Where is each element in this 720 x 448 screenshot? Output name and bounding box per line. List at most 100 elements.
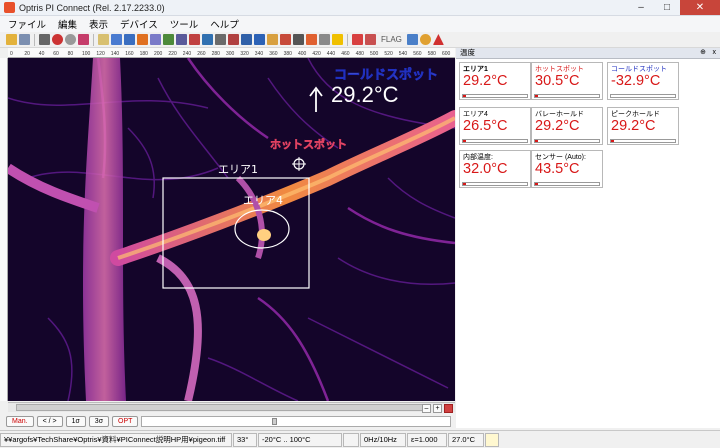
crosshair-icon[interactable] [254,34,265,45]
image-icon[interactable] [267,34,278,45]
menu-help[interactable]: ヘルプ [210,17,239,31]
temperature-tile[interactable]: ピークホールド 29.2°C [607,107,679,145]
record-video-icon[interactable] [352,34,363,45]
tile-level-fill [611,140,614,142]
layout-icon[interactable] [98,34,109,45]
scrollbar-thumb[interactable] [16,404,426,411]
ruler-tick-label: 240 [183,51,192,57]
min-max-button[interactable]: < / > [36,415,63,427]
record-icon[interactable] [65,34,76,45]
maximize-button[interactable]: □ [654,0,680,15]
ruler-tick-label: 460 [341,51,350,57]
menu-edit[interactable]: 編集 [58,17,77,31]
area-icon[interactable] [150,34,161,45]
temperature-tile[interactable]: ホットスポット 30.5°C [531,62,603,100]
tree-trunk [83,58,126,401]
menu-file[interactable]: ファイル [8,17,46,31]
menu-view[interactable]: 表示 [89,17,108,31]
snapshot-icon[interactable] [365,34,376,45]
ruler-tick-label: 180 [140,51,149,57]
cold-spot-label: コールドスポット [334,68,439,84]
ruler-icon[interactable] [215,34,226,45]
crop-icon[interactable] [228,34,239,45]
tile-value: 29.2°C [535,118,580,134]
thermal-image-svg [8,58,455,401]
menu-tools[interactable]: ツール [170,17,199,31]
app-icon [4,2,15,13]
stop-icon[interactable] [52,34,63,45]
fit-icon[interactable] [444,404,453,413]
one-sigma-button[interactable]: 1σ [65,415,86,427]
flag-label[interactable]: FLAG [381,35,402,44]
tile-level-fill [463,95,466,97]
tile-level-bar [462,139,528,143]
ruler-tick-label: 600 [442,51,451,57]
graph-icon[interactable] [124,34,135,45]
histogram-icon[interactable] [176,34,187,45]
palette-icon[interactable] [137,34,148,45]
toolbar-separator [93,33,94,46]
bars-icon[interactable] [280,34,291,45]
toolbar-separator [34,33,35,46]
thermal-image[interactable]: コールドスポット 29.2°C ホットスポット エリア1 エリア4 [8,58,455,401]
tile-level-bar [462,182,528,186]
scale-slider[interactable] [141,415,451,427]
tile-value: 32.0°C [463,161,508,177]
fire-icon[interactable] [306,34,317,45]
lightbulb-icon[interactable] [485,432,499,447]
tile-value: 30.5°C [535,73,580,89]
pause-icon[interactable] [39,34,50,45]
layers-icon[interactable] [319,34,330,45]
ruler-tick-label: 60 [53,51,59,57]
ruler-tick-label: 220 [168,51,177,57]
open-icon[interactable] [6,34,17,45]
ruler-tick-label: 400 [298,51,307,57]
flag-icon[interactable] [332,34,343,45]
zoom-in-button[interactable]: + [433,404,442,413]
tile-level-bar [534,182,600,186]
ruler-tick-label: 380 [284,51,293,57]
warning-icon[interactable] [432,34,444,45]
scale-icon[interactable] [163,34,174,45]
temperature-tile[interactable]: 内部温度: 32.0°C [459,150,531,188]
tile-level-fill [535,95,538,97]
display-icon[interactable] [406,34,418,45]
tile-level-bar [534,139,600,143]
camera-icon[interactable] [78,34,89,45]
horizontal-scrollbar[interactable] [8,402,455,412]
close-button[interactable]: ✕ [680,0,720,15]
temperature-panel-header: 温度 ⊕ x [456,48,720,59]
ruler-tick-label: 500 [370,51,379,57]
ruler-tick-label: 120 [96,51,105,57]
temperature-tile[interactable]: エリア1 29.2°C [459,62,531,100]
panel-close-icon[interactable]: x [713,48,717,58]
slider-knob[interactable] [272,417,278,425]
tile-value: 29.2°C [463,73,508,89]
menu-device[interactable]: デバイス [120,17,158,31]
manual-scale-button[interactable]: Man. [6,415,34,427]
temperature-tile[interactable]: センサー (Auto): 43.5°C [531,150,603,188]
grid-icon[interactable] [202,34,213,45]
ruler-tick-label: 100 [82,51,91,57]
minimize-button[interactable]: – [628,0,654,15]
tile-level-fill [463,140,466,142]
ruler-tick-label: 0 [10,51,13,57]
temperature-tile[interactable]: バレーホールド 29.2°C [531,107,603,145]
temperature-tile[interactable]: コールドスポット -32.9°C [607,62,679,100]
status-frame-rate: 0Hz/10Hz [360,432,406,447]
tile-value: 29.2°C [611,118,656,134]
title-bar: Optris PI Connect (Rel. 2.17.2233.0) – □… [0,0,720,16]
ruler-tick-label: 160 [125,51,134,57]
temperature-tile[interactable]: エリア4 26.5°C [459,107,531,145]
rotate-icon[interactable] [241,34,252,45]
pin-icon[interactable]: ⊕ [700,48,706,58]
hot-spot-marker[interactable] [292,157,306,171]
save-icon[interactable] [19,34,30,45]
three-sigma-button[interactable]: 3σ [88,415,110,427]
chart-icon[interactable] [111,34,122,45]
zoom-out-button[interactable]: – [422,404,431,413]
opt-button[interactable]: OPT [112,415,139,427]
alarm-icon[interactable] [189,34,200,45]
info-icon[interactable] [419,34,431,45]
tools-icon[interactable] [293,34,304,45]
